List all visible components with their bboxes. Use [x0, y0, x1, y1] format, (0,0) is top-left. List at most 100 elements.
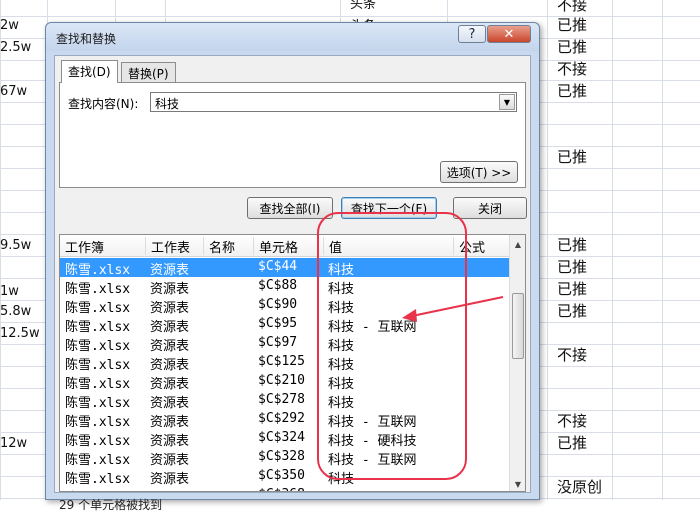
cell-sheet: 资源表 [150, 396, 190, 411]
results-scrollbar[interactable]: ▲ ▼ [509, 235, 525, 491]
tab-label: 替换(P) [128, 67, 169, 81]
find-what-combobox[interactable]: 科技 ▼ [150, 92, 517, 112]
sheet-cell[interactable]: 12.5w [0, 326, 40, 342]
scrollbar-thumb[interactable] [512, 293, 524, 359]
find-tab-panel: 查找内容(N): 科技 ▼ 选项(T) >> [59, 82, 526, 188]
table-row[interactable]: 陈雪.xlsx 资源表 $C$278 科技 [60, 391, 510, 411]
sheet-cell[interactable]: 头条 [350, 0, 376, 13]
grid-line [547, 0, 548, 500]
sheet-cell[interactable]: 已推 [557, 259, 587, 275]
cell-workbook: 陈雪.xlsx [65, 434, 131, 449]
column-header-sheet[interactable]: 工作表 [146, 237, 204, 256]
column-header-value[interactable]: 值 [324, 237, 454, 256]
cell-sheet: 资源表 [150, 415, 190, 430]
cell-workbook: 陈雪.xlsx [65, 339, 131, 354]
sheet-cell[interactable]: 已推 [557, 435, 587, 451]
column-header-name[interactable]: 名称 [204, 237, 254, 256]
find-what-value: 科技 [155, 97, 180, 111]
sheet-cell[interactable]: 不接 [557, 0, 587, 13]
table-row[interactable]: 陈雪.xlsx 资源表 $C$350 科技 [60, 467, 510, 487]
cell-sheet: 资源表 [150, 282, 190, 297]
help-icon: ? [468, 26, 476, 42]
column-header-workbook[interactable]: 工作簿 [60, 237, 146, 256]
cell-workbook: 陈雪.xlsx [65, 396, 131, 411]
find-next-label: 查找下一个(F) [350, 201, 428, 216]
sheet-cell[interactable]: 2w [0, 18, 19, 34]
sheet-cell[interactable]: 已推 [557, 83, 587, 99]
sheet-cell[interactable]: 不接 [557, 413, 587, 429]
sheet-cell[interactable]: 不接 [557, 347, 587, 363]
sheet-cell[interactable]: 已推 [557, 303, 587, 319]
find-all-button[interactable]: 查找全部(I) [247, 197, 333, 219]
cell-value: 科技 [328, 339, 355, 354]
table-row[interactable]: 陈雪.xlsx 资源表 $C$368 科技 [60, 486, 510, 491]
help-button[interactable]: ? [458, 25, 486, 43]
table-row[interactable]: 陈雪.xlsx 资源表 $C$210 科技 [60, 372, 510, 392]
sheet-cell[interactable]: 2.5w [0, 40, 31, 56]
table-row[interactable]: 陈雪.xlsx 资源表 $C$97 科技 [60, 334, 510, 354]
tab-find[interactable]: 查找(D) [61, 60, 118, 83]
find-next-button[interactable]: 查找下一个(F) [341, 197, 437, 219]
table-row[interactable]: 陈雪.xlsx 资源表 $C$88 科技 [60, 277, 510, 297]
results-header: 工作簿 工作表 名称 单元格 值 公式 [60, 235, 510, 257]
column-header-formula[interactable]: 公式 [454, 237, 510, 256]
cell-value: 科技 [328, 301, 355, 316]
sheet-cell[interactable]: 没原创 [557, 479, 602, 495]
cell-address: $C$97 [258, 335, 298, 350]
sheet-cell[interactable]: 67w [0, 84, 27, 100]
cell-workbook: 陈雪.xlsx [65, 358, 131, 373]
cell-value: 科技 [328, 377, 355, 392]
cell-value: 科技 [328, 282, 355, 297]
sheet-cell[interactable]: 已推 [557, 39, 587, 55]
options-button[interactable]: 选项(T) >> [440, 161, 518, 183]
cell-value: 科技 [328, 487, 354, 491]
sheet-cell[interactable]: 9.5w [0, 238, 31, 254]
tab-replace[interactable]: 替换(P) [121, 62, 176, 83]
cell-workbook: 陈雪.xlsx [65, 415, 131, 430]
table-row[interactable]: 陈雪.xlsx 资源表 $C$90 科技 [60, 296, 510, 316]
table-row[interactable]: 陈雪.xlsx 资源表 $C$292 科技 - 互联网 [60, 410, 510, 430]
cell-workbook: 陈雪.xlsx [65, 263, 131, 278]
sheet-cell[interactable]: 5.8w [0, 304, 31, 320]
sheet-cell[interactable]: 已推 [557, 149, 587, 165]
sheet-cell[interactable]: 已推 [557, 237, 587, 253]
cell-value: 科技 - 互联网 [328, 415, 417, 430]
cell-address: $C$368 [258, 487, 305, 491]
find-replace-dialog: 查找和替换 ? ✕ 查找(D) 替换(P) 查找内容(N): 科技 ▼ 选项(T… [45, 22, 540, 512]
arrow-up-icon[interactable]: ▲ [511, 236, 525, 252]
table-row[interactable]: 陈雪.xlsx 资源表 $C$125 科技 [60, 353, 510, 373]
cell-value: 科技 [328, 263, 355, 278]
cell-address: $C$44 [258, 259, 298, 274]
find-all-label: 查找全部(I) [259, 201, 321, 216]
sheet-cell[interactable]: 1w [0, 284, 19, 300]
sheet-cell[interactable]: 已推 [557, 281, 587, 297]
table-row[interactable]: 陈雪.xlsx 资源表 $C$328 科技 - 互联网 [60, 448, 510, 468]
column-header-cell[interactable]: 单元格 [254, 237, 324, 256]
dialog-titlebar[interactable]: 查找和替换 ? ✕ [46, 23, 539, 51]
cell-sheet: 资源表 [150, 472, 190, 487]
results-list[interactable]: 工作簿 工作表 名称 单元格 值 公式 陈雪.xlsx 资源表 $C$44 科技 陈雪.… [59, 234, 526, 492]
cell-sheet: 资源表 [150, 301, 190, 316]
cell-address: $C$350 [258, 468, 305, 483]
dialog-title: 查找和替换 [56, 32, 117, 46]
cell-address: $C$292 [258, 411, 305, 426]
cell-workbook: 陈雪.xlsx [65, 453, 131, 468]
status-text: 29 个单元格被找到 [59, 498, 163, 512]
table-row[interactable]: 陈雪.xlsx 资源表 $C$44 科技 [60, 258, 510, 278]
cell-address: $C$324 [258, 430, 305, 445]
table-row[interactable]: 陈雪.xlsx 资源表 $C$324 科技 - 硬科技 [60, 429, 510, 449]
cell-value: 科技 [328, 396, 355, 411]
window-close-button[interactable]: ✕ [487, 25, 531, 43]
cell-workbook: 陈雪.xlsx [65, 320, 131, 335]
table-row[interactable]: 陈雪.xlsx 资源表 $C$95 科技 - 互联网 [60, 315, 510, 335]
grid-line [612, 0, 613, 500]
arrow-down-icon[interactable]: ▼ [511, 476, 525, 491]
grid-line [0, 16, 700, 17]
close-button[interactable]: 关闭 [453, 197, 527, 219]
cell-value: 科技 - 互联网 [328, 320, 417, 335]
cell-address: $C$95 [258, 316, 298, 331]
sheet-cell[interactable]: 不接 [557, 61, 587, 77]
sheet-cell[interactable]: 已推 [557, 17, 587, 33]
sheet-cell[interactable]: 12w [0, 436, 27, 452]
chevron-down-icon[interactable]: ▼ [499, 94, 515, 110]
